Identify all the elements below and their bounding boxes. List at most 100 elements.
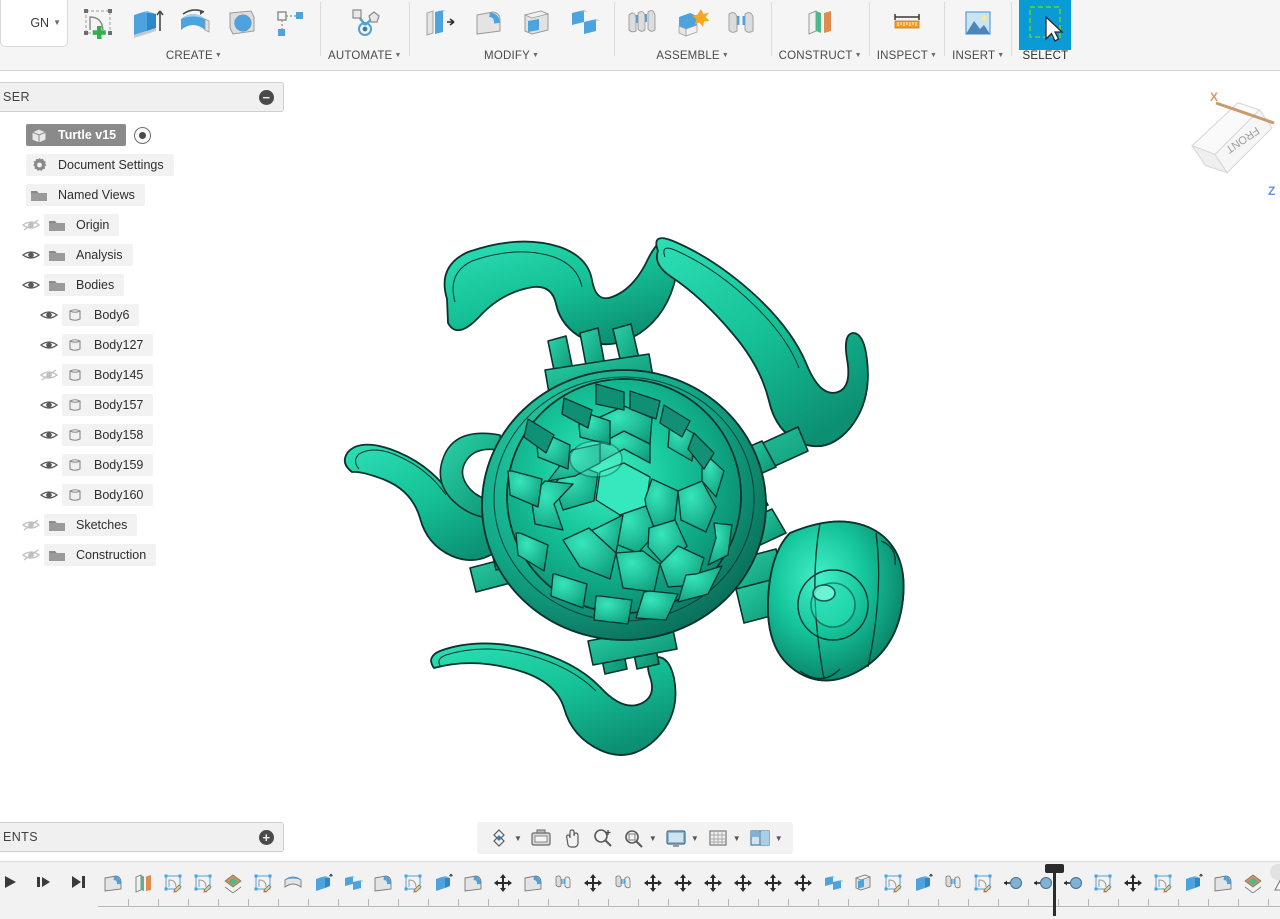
insert-image-icon[interactable] [955, 2, 1001, 46]
grid-snaps-icon[interactable]: ▼ [704, 824, 743, 852]
skip-to-end-icon[interactable] [68, 873, 88, 896]
viewports-icon[interactable]: ▼ [746, 824, 785, 852]
joint-icon[interactable] [670, 2, 716, 46]
plane-angle-feature-icon[interactable] [218, 866, 248, 900]
eye-visible-icon[interactable] [36, 488, 62, 502]
timeline-playhead[interactable] [1045, 864, 1064, 916]
browser-node-sketches[interactable]: Sketches [0, 510, 294, 540]
create-sketch-icon[interactable] [75, 2, 121, 46]
revolve-icon[interactable] [171, 2, 217, 46]
sketch-feature-icon[interactable] [158, 866, 188, 900]
zoom-fit-icon[interactable]: ▼ [620, 824, 659, 852]
fillet-feature-icon[interactable] [368, 866, 398, 900]
timeline-track[interactable] [98, 862, 1280, 919]
move-feature-icon[interactable] [698, 866, 728, 900]
browser-node-body159[interactable]: Body159 [0, 450, 294, 480]
eye-visible-icon[interactable] [36, 308, 62, 322]
chevron-down-icon[interactable]: ▼ [775, 834, 783, 843]
pattern-icon[interactable] [267, 2, 313, 46]
fillet-feature-icon[interactable] [1208, 866, 1238, 900]
move-feature-icon[interactable] [488, 866, 518, 900]
toolbar-group-assemble-label[interactable]: ASSEMBLE ▼ [656, 48, 729, 62]
browser-node-construction[interactable]: Construction [0, 540, 294, 570]
eye-visible-icon[interactable] [18, 278, 44, 292]
orbit-icon[interactable]: ▼ [485, 824, 524, 852]
sketch-feature-icon[interactable] [1088, 866, 1118, 900]
combine-feature-icon[interactable] [818, 866, 848, 900]
fillet-feature-icon[interactable] [98, 866, 128, 900]
extrude-feature-icon[interactable] [308, 866, 338, 900]
fillet-feature-icon[interactable] [518, 866, 548, 900]
plane-angle-feature-icon[interactable] [1238, 866, 1268, 900]
chevron-down-icon[interactable]: ▼ [514, 834, 522, 843]
toolbar-group-inspect-label[interactable]: INSPECT ▼ [877, 48, 937, 62]
move-feature-icon[interactable] [578, 866, 608, 900]
look-at-icon[interactable] [527, 824, 555, 852]
browser-node-analysis[interactable]: Analysis [0, 240, 294, 270]
move-feature-icon[interactable] [638, 866, 668, 900]
extrude-icon[interactable] [123, 2, 169, 46]
shell-icon[interactable] [513, 2, 559, 46]
sketch-feature-icon[interactable] [398, 866, 428, 900]
eye-hidden-icon[interactable] [18, 548, 44, 562]
press-pull-icon[interactable] [417, 2, 463, 46]
play-icon[interactable] [2, 873, 20, 896]
toolbar-group-create-label[interactable]: CREATE ▼ [166, 48, 222, 62]
sketch-feature-icon[interactable] [1148, 866, 1178, 900]
automate-icon[interactable] [342, 2, 388, 46]
sketch-feature-icon[interactable] [248, 866, 278, 900]
display-settings-icon[interactable]: ▼ [662, 824, 701, 852]
as-built-joint-icon[interactable] [718, 2, 764, 46]
eye-visible-icon[interactable] [36, 458, 62, 472]
rigid-group-feature-icon[interactable] [998, 866, 1028, 900]
eye-hidden-icon[interactable] [18, 218, 44, 232]
sketch-feature-icon[interactable] [188, 866, 218, 900]
move-feature-icon[interactable] [788, 866, 818, 900]
eye-visible-icon[interactable] [18, 248, 44, 262]
toolbar-group-automate-label[interactable]: AUTOMATE ▼ [328, 48, 402, 62]
revolve-feature-icon[interactable] [278, 866, 308, 900]
offset-plane-icon[interactable] [797, 2, 843, 46]
pan-icon[interactable] [558, 824, 586, 852]
browser-node-origin[interactable]: Origin [0, 210, 294, 240]
expand-icon[interactable]: + [259, 829, 274, 845]
step-forward-icon[interactable] [34, 873, 54, 896]
extrude-feature-icon[interactable] [908, 866, 938, 900]
eye-visible-icon[interactable] [36, 398, 62, 412]
eye-hidden-icon[interactable] [36, 368, 62, 382]
extrude-feature-icon[interactable] [1178, 866, 1208, 900]
view-cube[interactable]: FRONT X Z [1182, 81, 1280, 201]
toolbar-group-modify-label[interactable]: MODIFY ▼ [484, 48, 539, 62]
sketch-feature-icon[interactable] [968, 866, 998, 900]
joint-feature-icon[interactable] [548, 866, 578, 900]
move-feature-icon[interactable] [728, 866, 758, 900]
move-feature-icon[interactable] [668, 866, 698, 900]
browser-node-body157[interactable]: Body157 [0, 390, 294, 420]
new-component-icon[interactable] [622, 2, 668, 46]
fillet-feature-icon[interactable] [458, 866, 488, 900]
select-cursor-icon[interactable] [1019, 0, 1072, 50]
eye-hidden-icon[interactable] [18, 518, 44, 532]
chevron-down-icon[interactable]: ▼ [733, 834, 741, 843]
toolbar-group-construct-label[interactable]: CONSTRUCT ▼ [779, 48, 862, 62]
eye-visible-icon[interactable] [36, 428, 62, 442]
joint-feature-icon[interactable] [608, 866, 638, 900]
toolbar-group-insert-label[interactable]: INSERT ▼ [952, 48, 1004, 62]
move-feature-icon[interactable] [758, 866, 788, 900]
combine-icon[interactable] [561, 2, 607, 46]
browser-node-body158[interactable]: Body158 [0, 420, 294, 450]
browser-node-body127[interactable]: Body127 [0, 330, 294, 360]
chevron-down-icon[interactable]: ▼ [691, 834, 699, 843]
move-feature-icon[interactable] [1118, 866, 1148, 900]
extrude-feature-icon[interactable] [428, 866, 458, 900]
zoom-icon[interactable] [589, 824, 617, 852]
chevron-down-icon[interactable]: ▼ [649, 834, 657, 843]
sweep-icon[interactable] [219, 2, 265, 46]
toolbar-group-select-label[interactable]: SELECT [1022, 48, 1068, 62]
fillet-icon[interactable] [465, 2, 511, 46]
browser-node-body145[interactable]: Body145 [0, 360, 294, 390]
collapse-icon[interactable]: − [259, 89, 274, 105]
sketch-feature-icon[interactable] [878, 866, 908, 900]
browser-node-named-views[interactable]: Named Views [0, 180, 294, 210]
browser-node-body6[interactable]: Body6 [0, 300, 294, 330]
